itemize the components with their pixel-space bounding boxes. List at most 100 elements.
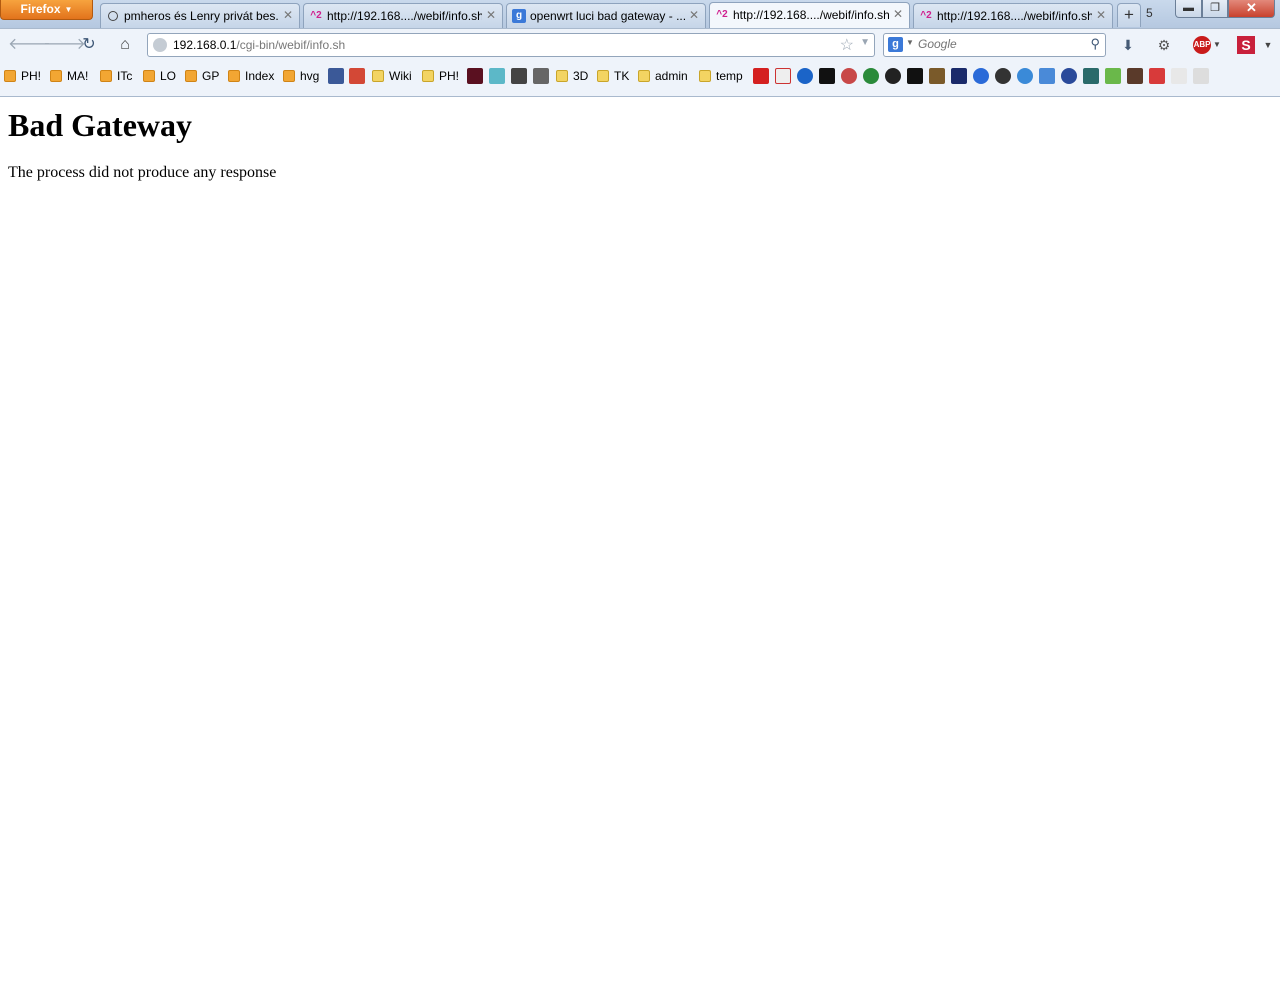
rss-icon xyxy=(143,70,155,82)
bookmark-star-icon[interactable]: ☆ xyxy=(840,35,854,55)
forward-button[interactable]: 🡒 xyxy=(43,35,86,55)
site-icon[interactable] xyxy=(841,68,857,84)
bookmark-folder[interactable]: temp xyxy=(699,66,743,86)
downloads-button[interactable]: ⬇ xyxy=(1118,35,1138,55)
site-icon[interactable] xyxy=(1127,68,1143,84)
folder-icon xyxy=(597,70,609,82)
close-icon: ✕ xyxy=(1246,0,1257,15)
site-icon[interactable] xyxy=(775,68,791,84)
minimize-button[interactable]: ▬ xyxy=(1175,0,1202,18)
tab-5[interactable]: ^2 http://192.168..../webif/info.sh ✕ xyxy=(913,3,1113,28)
site-icon[interactable] xyxy=(973,68,989,84)
bookmark-label: Wiki xyxy=(389,69,412,83)
bookmark-feed[interactable]: ITc xyxy=(100,66,132,86)
bookmark-feed[interactable]: LO xyxy=(143,66,176,86)
bookmark-label: Index xyxy=(245,69,275,83)
rss-icon xyxy=(283,70,295,82)
site-icon[interactable] xyxy=(929,68,945,84)
site-icon[interactable] xyxy=(1039,68,1055,84)
bookmark-feed[interactable]: MA! xyxy=(50,66,88,86)
url-host: 192.168.0.1 xyxy=(173,38,237,52)
search-bar[interactable]: g ▼ ⚲ xyxy=(883,33,1106,57)
reload-icon: ↻ xyxy=(82,36,96,53)
close-icon[interactable]: ✕ xyxy=(282,8,294,22)
firefox-menu-label: Firefox xyxy=(20,2,61,16)
site-icon[interactable] xyxy=(995,68,1011,84)
back-button[interactable]: 🡐 xyxy=(8,35,51,55)
tab-1[interactable]: pmheros és Lenry privát bes... ✕ xyxy=(100,3,300,28)
site-icon[interactable] xyxy=(1017,68,1033,84)
bookmark-label: GP xyxy=(202,69,220,83)
chevron-down-icon[interactable]: ▼ xyxy=(906,38,914,47)
bookmark-folder[interactable]: 3D xyxy=(556,66,588,86)
globe-icon[interactable] xyxy=(153,38,167,52)
tab-4-active[interactable]: ^2 http://192.168..../webif/info.sh ✕ xyxy=(709,2,910,28)
url-text[interactable]: 192.168.0.1/cgi-bin/webif/info.sh xyxy=(173,38,345,52)
puzzle-icon: ⚙ xyxy=(1157,37,1171,53)
site-icon[interactable] xyxy=(1105,68,1121,84)
rss-icon xyxy=(228,70,240,82)
site-icon[interactable] xyxy=(1149,68,1165,84)
site-icon[interactable] xyxy=(1061,68,1077,84)
chevron-down-icon: ▼ xyxy=(1213,40,1221,49)
chevron-down-icon[interactable]: ▼ xyxy=(860,37,870,48)
bookmark-label: admin xyxy=(655,69,688,83)
close-icon[interactable]: ✕ xyxy=(485,8,497,22)
maximize-button[interactable]: ❐ xyxy=(1202,0,1228,18)
plus-icon: + xyxy=(1124,5,1134,24)
site-icon[interactable] xyxy=(819,68,835,84)
site-icon[interactable] xyxy=(885,68,901,84)
google-icon[interactable]: g xyxy=(888,37,903,52)
s-addon-button[interactable]: S xyxy=(1237,36,1255,54)
close-icon[interactable]: ✕ xyxy=(1095,8,1107,22)
bookmark-feed[interactable]: hvg xyxy=(283,66,319,86)
cloud-icon[interactable] xyxy=(797,68,813,84)
bookmark-folder[interactable]: TK xyxy=(597,66,629,86)
search-icon[interactable]: ⚲ xyxy=(1090,36,1100,52)
bookmark-feed[interactable]: Index xyxy=(228,66,274,86)
search-input[interactable] xyxy=(918,37,1078,51)
site-icon[interactable] xyxy=(951,68,967,84)
navigation-toolbar: 🡐 🡒 ↻ ⌂ 192.168.0.1/cgi-bin/webif/info.s… xyxy=(0,28,1280,61)
site-icon[interactable] xyxy=(1083,68,1099,84)
rss-icon xyxy=(100,70,112,82)
bookmark-feed[interactable]: GP xyxy=(185,66,219,86)
close-icon[interactable]: ✕ xyxy=(892,7,904,21)
tab-2[interactable]: ^2 http://192.168..../webif/info.sh ✕ xyxy=(303,3,503,28)
folder-icon xyxy=(638,70,650,82)
site-icon[interactable] xyxy=(489,68,505,84)
bookmark-label: MA! xyxy=(67,69,89,83)
home-button[interactable]: ⌂ xyxy=(115,35,135,55)
site-icon[interactable] xyxy=(1193,68,1209,84)
firefox-menu-button[interactable]: Firefox ▼ xyxy=(0,0,93,20)
site-icon[interactable] xyxy=(467,68,483,84)
site-icon[interactable] xyxy=(863,68,879,84)
page-content: Bad Gateway The process did not produce … xyxy=(0,97,1280,984)
close-icon[interactable]: ✕ xyxy=(688,8,700,22)
adblock-button[interactable]: ABP ▼ xyxy=(1190,35,1224,55)
facebook-icon[interactable] xyxy=(328,68,344,84)
tab-3[interactable]: g openwrt luci bad gateway - ... ✕ xyxy=(506,3,706,28)
tab-label: http://192.168..../webif/info.sh xyxy=(937,9,1092,23)
window-close-button[interactable]: ✕ xyxy=(1228,0,1275,18)
youtube-icon[interactable] xyxy=(753,68,769,84)
bookmark-folder[interactable]: admin xyxy=(638,66,688,86)
bookmark-folder[interactable]: PH! xyxy=(422,66,459,86)
new-tab-button[interactable]: + xyxy=(1117,3,1141,27)
url-path: /cgi-bin/webif/info.sh xyxy=(236,38,346,52)
title-bar: Firefox ▼ pmheros és Lenry privát bes... … xyxy=(0,0,1280,28)
bookmark-feed[interactable]: PH! xyxy=(4,66,41,86)
site-icon[interactable] xyxy=(511,68,527,84)
addon-button[interactable]: ⚙ xyxy=(1153,35,1175,55)
chevron-down-icon: ▼ xyxy=(64,5,73,14)
site-icon[interactable] xyxy=(533,68,549,84)
tab-favicon: ^2 xyxy=(716,9,728,20)
site-icon[interactable] xyxy=(907,68,923,84)
url-bar[interactable]: 192.168.0.1/cgi-bin/webif/info.sh ☆ ▼ xyxy=(147,33,875,57)
reload-button[interactable]: ↻ xyxy=(79,35,99,55)
flickr-icon[interactable] xyxy=(1171,68,1187,84)
google-plus-icon[interactable] xyxy=(349,68,365,84)
bookmark-folder[interactable]: Wiki xyxy=(372,66,412,86)
toolbar-menu-button[interactable]: ▼ xyxy=(1262,35,1274,55)
folder-icon xyxy=(699,70,711,82)
